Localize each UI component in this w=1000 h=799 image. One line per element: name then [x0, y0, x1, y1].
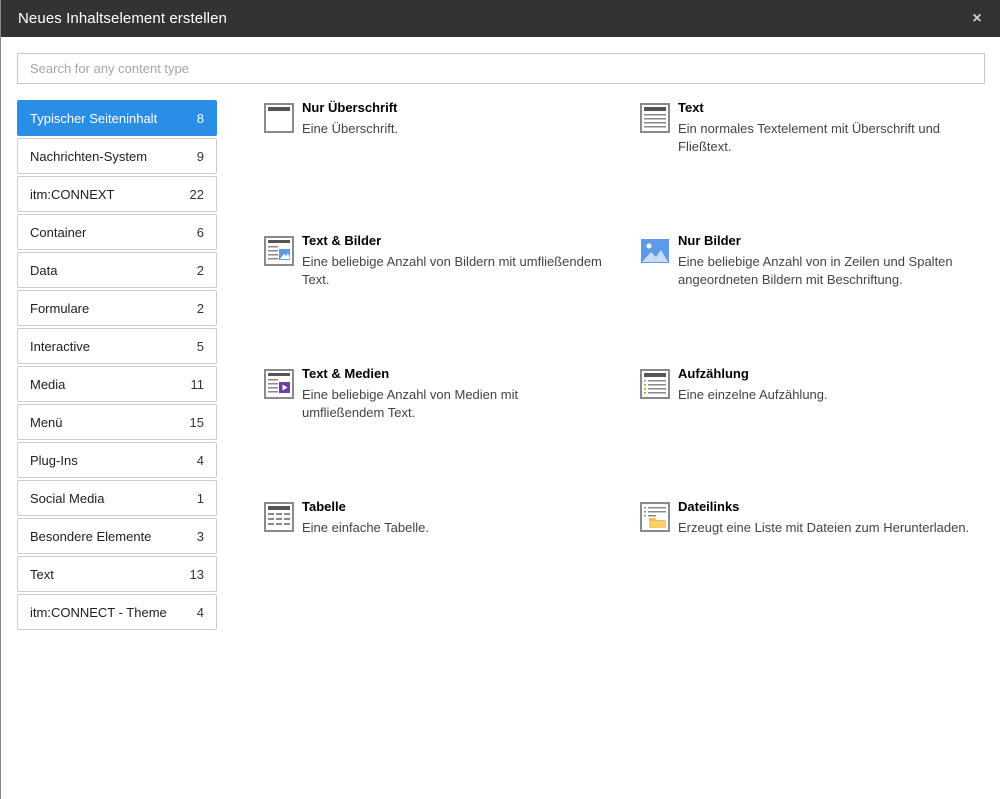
text-icon [640, 103, 670, 133]
category-count: 13 [189, 566, 204, 582]
category-count: 6 [196, 224, 204, 240]
search-bar [1, 37, 1000, 84]
category-label: Social Media [30, 490, 105, 506]
category-item-social-media[interactable]: Social Media 1 [17, 480, 217, 516]
element-description: Erzeugt eine Liste mit Dateien zum Herun… [678, 520, 970, 535]
dialog-header: Neues Inhaltselement erstellen × [1, 0, 1000, 37]
element-file-links[interactable]: Dateilinks Erzeugt eine Liste mit Dateie… [640, 499, 1000, 591]
element-table[interactable]: Tabelle Eine einfache Tabelle. [264, 499, 640, 591]
text-images-icon [264, 236, 294, 266]
category-count: 22 [189, 186, 204, 202]
search-input[interactable] [17, 53, 985, 84]
category-count: 2 [196, 262, 204, 278]
category-count: 9 [196, 148, 204, 164]
bullet-list-icon [640, 369, 670, 399]
category-count: 5 [196, 338, 204, 354]
content-element-grid: Nur Überschrift Eine Überschrift. Text E… [264, 100, 1000, 632]
element-name: Tabelle [302, 499, 346, 514]
text-media-icon [264, 369, 294, 399]
element-description: Eine beliebige Anzahl von Bildern mit um… [302, 254, 602, 287]
category-label: Data [30, 262, 58, 278]
category-label: Text [30, 566, 54, 582]
element-name: Nur Überschrift [302, 100, 398, 115]
category-count: 2 [196, 300, 204, 316]
element-name: Dateilinks [678, 499, 740, 514]
category-item-itm-connect-theme[interactable]: itm:CONNECT - Theme 4 [17, 594, 217, 630]
category-count: 4 [196, 604, 204, 620]
file-links-icon [640, 502, 670, 532]
category-item-besondere-elemente[interactable]: Besondere Elemente 3 [17, 518, 217, 554]
category-label: itm:CONNEXT [30, 186, 115, 202]
category-count: 11 [190, 376, 205, 392]
category-label: itm:CONNECT - Theme [30, 604, 167, 620]
element-description: Eine beliebige Anzahl von Medien mit umf… [302, 387, 519, 420]
element-description: Eine Überschrift. [302, 121, 399, 136]
category-item-menu[interactable]: Menü 15 [17, 404, 217, 440]
category-item-media[interactable]: Media 11 [17, 366, 217, 402]
category-label: Interactive [30, 338, 90, 354]
element-name: Text & Medien [302, 366, 390, 381]
category-label: Typischer Seiteninhalt [30, 110, 158, 126]
category-label: Formulare [30, 300, 90, 316]
content-area: Typischer Seiteninhalt 8 Nachrichten-Sys… [1, 84, 1000, 632]
category-item-container[interactable]: Container 6 [17, 214, 217, 250]
element-name: Text [678, 100, 704, 115]
category-label: Container [30, 224, 87, 240]
element-name: Text & Bilder [302, 233, 382, 248]
category-item-interactive[interactable]: Interactive 5 [17, 328, 217, 364]
category-label: Besondere Elemente [30, 528, 152, 544]
category-item-data[interactable]: Data 2 [17, 252, 217, 288]
element-text[interactable]: Text Ein normales Textelement mit Übersc… [640, 100, 1000, 192]
category-count: 1 [196, 490, 204, 506]
category-label: Nachrichten-System [30, 148, 148, 164]
dialog-title: Neues Inhaltselement erstellen [18, 10, 227, 27]
category-count: 4 [196, 452, 204, 468]
category-item-itm-connext[interactable]: itm:CONNEXT 22 [17, 176, 217, 212]
category-label: Media [30, 376, 66, 392]
images-only-icon [641, 239, 669, 263]
element-name: Nur Bilder [678, 233, 741, 248]
close-icon[interactable]: × [970, 10, 984, 28]
element-description: Eine beliebige Anzahl von in Zeilen und … [678, 254, 953, 287]
category-count: 3 [196, 528, 204, 544]
new-content-element-dialog: Neues Inhaltselement erstellen × Typisch… [0, 0, 1000, 799]
category-item-formulare[interactable]: Formulare 2 [17, 290, 217, 326]
category-label: Plug-Ins [30, 452, 78, 468]
element-text-media[interactable]: Text & Medien Eine beliebige Anzahl von … [264, 366, 640, 458]
category-item-plug-ins[interactable]: Plug-Ins 4 [17, 442, 217, 478]
element-images-only[interactable]: Nur Bilder Eine beliebige Anzahl von in … [640, 233, 1000, 325]
category-item-text[interactable]: Text 13 [17, 556, 217, 592]
element-header-only[interactable]: Nur Überschrift Eine Überschrift. [264, 100, 640, 192]
element-name: Aufzählung [678, 366, 749, 381]
category-count: 15 [189, 414, 204, 430]
category-label: Menü [30, 414, 63, 430]
category-item-typischer-seiteninhalt[interactable]: Typischer Seiteninhalt 8 [17, 100, 217, 136]
element-description: Eine einfache Tabelle. [302, 520, 429, 535]
element-description: Eine einzelne Aufzählung. [678, 387, 828, 402]
category-item-nachrichten-system[interactable]: Nachrichten-System 9 [17, 138, 217, 174]
element-description: Ein normales Textelement mit Überschrift… [678, 121, 941, 154]
header-only-icon [264, 103, 294, 133]
category-count: 8 [196, 110, 204, 126]
category-sidebar: Typischer Seiteninhalt 8 Nachrichten-Sys… [17, 100, 217, 632]
element-bullet-list[interactable]: Aufzählung Eine einzelne Aufzählung. [640, 366, 1000, 458]
element-text-images[interactable]: Text & Bilder Eine beliebige Anzahl von … [264, 233, 640, 325]
table-icon [264, 502, 294, 532]
